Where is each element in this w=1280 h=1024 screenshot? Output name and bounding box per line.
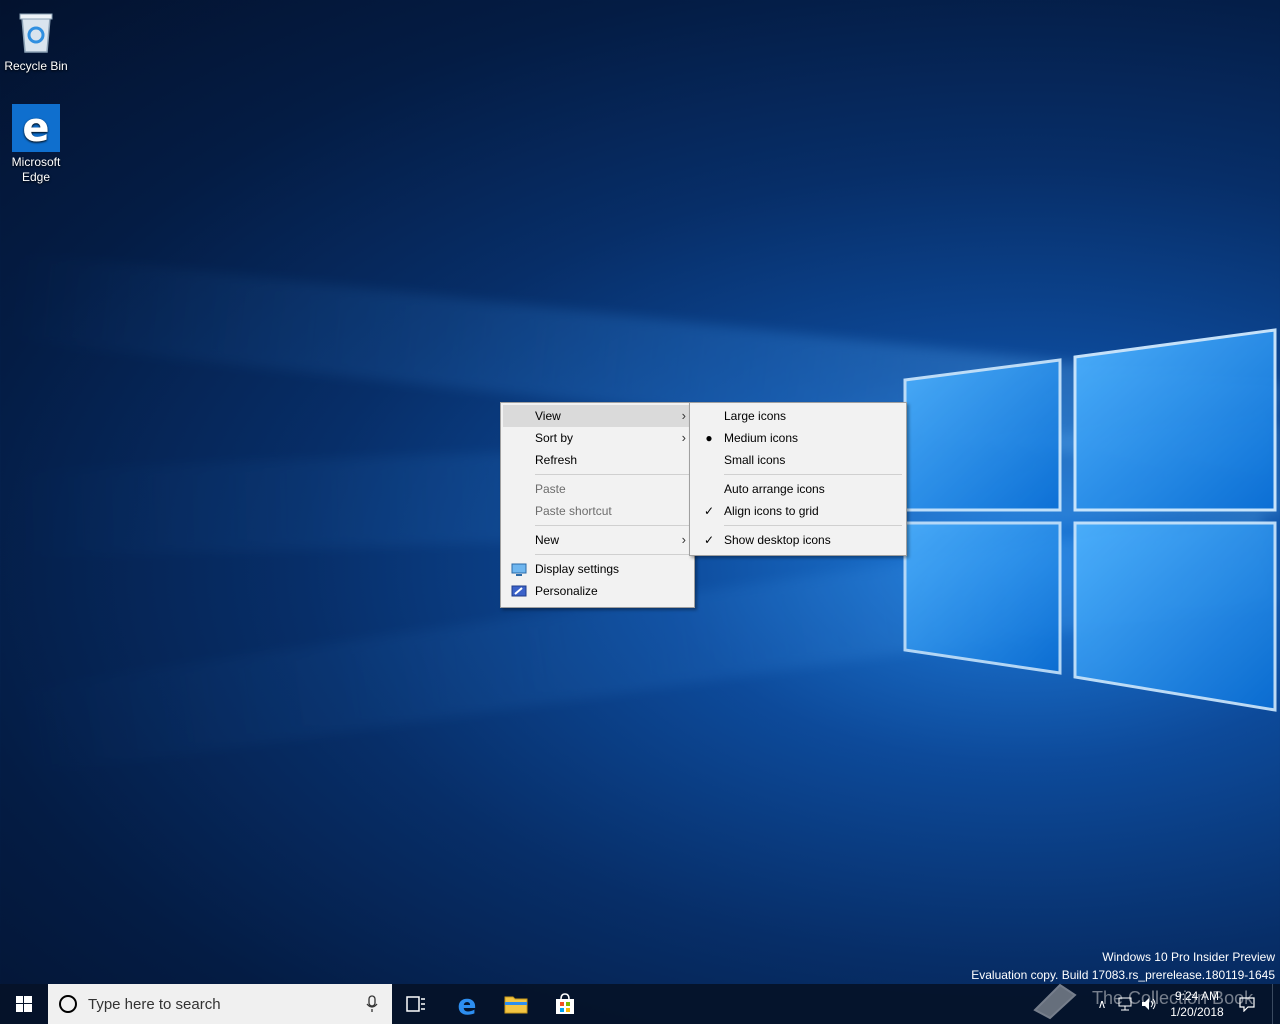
chevron-up-icon: ∧ [1097, 997, 1107, 1011]
chevron-right-icon: › [681, 430, 686, 445]
file-explorer-icon [504, 996, 528, 1014]
build-watermark-line1: Windows 10 Pro Insider Preview [1102, 950, 1275, 964]
menu-item-new[interactable]: New › [503, 529, 692, 551]
clock-time: 9:24 AM [1174, 989, 1220, 1003]
display-settings-icon [511, 562, 527, 576]
menu-item-show-desktop-icons[interactable]: ✓ Show desktop icons [692, 529, 904, 551]
menu-item-label: Auto arrange icons [724, 482, 825, 496]
menu-item-label: Align icons to grid [724, 504, 819, 518]
menu-item-label: Show desktop icons [724, 533, 831, 547]
search-placeholder: Type here to search [88, 995, 221, 1013]
clock-date: 1/20/2018 [1170, 1005, 1224, 1019]
task-view-icon [406, 996, 425, 1012]
show-hidden-icons-button[interactable]: ∧ [1092, 984, 1112, 1024]
notification-icon [1239, 997, 1255, 1012]
menu-item-medium-icons[interactable]: ● Medium icons [692, 427, 904, 449]
edge-icon: e [12, 104, 60, 152]
menu-item-label: Medium icons [724, 431, 799, 445]
windows-wallpaper-logo [903, 328, 1277, 712]
menu-item-label: Paste shortcut [535, 504, 612, 518]
menu-item-label: Sort by [535, 431, 574, 445]
speaker-icon [1142, 998, 1156, 1010]
personalize-icon [511, 584, 527, 598]
taskbar-store-button[interactable] [545, 984, 585, 1024]
menu-item-label: Personalize [535, 584, 598, 598]
menu-separator [724, 525, 902, 526]
menu-item-large-icons[interactable]: Large icons [692, 405, 904, 427]
menu-item-label: Refresh [535, 453, 578, 467]
menu-item-auto-arrange-icons[interactable]: Auto arrange icons [692, 478, 904, 500]
view-submenu: Large icons ● Medium icons Small icons A… [689, 402, 907, 556]
menu-item-align-icons-to-grid[interactable]: ✓ Align icons to grid [692, 500, 904, 522]
taskbar-file-explorer-button[interactable] [496, 984, 536, 1024]
menu-item-personalize[interactable]: Personalize [503, 580, 692, 602]
microphone-icon[interactable] [366, 995, 378, 1013]
menu-item-label: New [535, 533, 560, 547]
desktop-icon-label: Recycle Bin [4, 59, 68, 73]
desktop-context-menu: View › Sort by › Refresh Paste Paste sho… [500, 402, 695, 608]
menu-item-paste-shortcut: Paste shortcut [503, 500, 692, 522]
taskbar-clock[interactable]: 9:24 AM 1/20/2018 [1162, 988, 1232, 1020]
menu-item-small-icons[interactable]: Small icons [692, 449, 904, 471]
taskbar-edge-button[interactable]: e [447, 984, 487, 1024]
menu-item-display-settings[interactable]: Display settings [503, 558, 692, 580]
menu-separator [724, 474, 902, 475]
recycle-bin-icon [12, 8, 60, 56]
edge-icon: e [457, 987, 477, 1021]
chevron-right-icon: › [681, 532, 686, 547]
menu-separator [535, 554, 690, 555]
windows-logo-icon [16, 996, 32, 1012]
menu-item-label: View [535, 409, 561, 423]
task-view-button[interactable] [396, 984, 436, 1024]
action-center-button[interactable] [1234, 984, 1260, 1024]
menu-item-label: Display settings [535, 562, 620, 576]
build-watermark-line2: Evaluation copy. Build 17083.rs_prerelea… [971, 968, 1275, 982]
desktop-icon-recycle-bin[interactable]: Recycle Bin [0, 8, 72, 74]
chevron-right-icon: › [681, 408, 686, 423]
network-button[interactable] [1114, 984, 1136, 1024]
taskbar-search-box[interactable]: Type here to search [48, 984, 392, 1024]
menu-item-sort-by[interactable]: Sort by › [503, 427, 692, 449]
volume-button[interactable] [1138, 984, 1160, 1024]
menu-separator [535, 474, 690, 475]
menu-item-label: Paste [535, 482, 566, 496]
store-icon [556, 993, 574, 1014]
menu-item-refresh[interactable]: Refresh [503, 449, 692, 471]
desktop-icon-label: Microsoft Edge [11, 155, 61, 184]
show-desktop-button[interactable] [1272, 984, 1280, 1024]
start-button[interactable] [0, 984, 48, 1024]
desktop-icon-microsoft-edge[interactable]: e Microsoft Edge [0, 104, 72, 185]
menu-item-view[interactable]: View › [503, 405, 692, 427]
taskbar: Type here to search e ∧ 9:24 AM 1/20/201… [0, 984, 1280, 1024]
menu-item-label: Large icons [724, 409, 787, 423]
checkmark-icon: ✓ [703, 504, 715, 518]
menu-separator [535, 525, 690, 526]
menu-item-paste: Paste [503, 478, 692, 500]
checkmark-icon: ✓ [703, 533, 715, 547]
menu-item-label: Small icons [724, 453, 786, 467]
radio-bullet-icon: ● [705, 431, 713, 445]
network-icon [1118, 997, 1132, 1011]
cortana-icon [59, 995, 77, 1013]
